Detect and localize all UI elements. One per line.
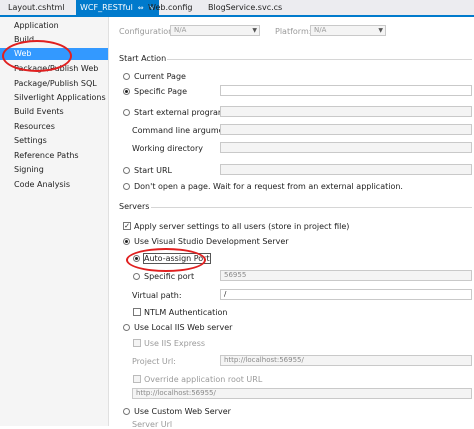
current-page-radio[interactable] [123, 73, 130, 80]
specific-page-radio[interactable] [123, 88, 130, 95]
specific-page-label: Specific Page [134, 87, 188, 96]
web-properties-panel: Configuration: N/A ▼ Platform: N/A ▼ Start… [109, 17, 474, 429]
section-divider [167, 59, 472, 60]
section-title-start-action: Start Action [119, 54, 167, 63]
use-vs-dev-server-radio[interactable] [123, 238, 130, 245]
working-directory-input[interactable] [220, 142, 472, 153]
tab-label: WCF_RESTful [80, 3, 133, 12]
start-url-radio[interactable] [123, 167, 130, 174]
sidebar-item-reference-paths[interactable]: Reference Paths [0, 150, 108, 162]
tab-label: Layout.cshtml [8, 3, 65, 12]
pin-icon[interactable]: ⇔ [138, 4, 144, 12]
override-root-url-label: Override application root URL [144, 375, 263, 384]
sidebar-item-package-publish-sql[interactable]: Package/Publish SQL [0, 78, 108, 90]
sidebar-item-label: Resources [14, 122, 55, 131]
use-local-iis-radio[interactable] [123, 324, 130, 331]
use-iis-express-checkbox[interactable] [133, 339, 141, 347]
use-custom-web-server-label: Use Custom Web Server [134, 407, 231, 416]
sidebar-item-label: Build Events [14, 107, 64, 116]
platform-dropdown[interactable]: N/A ▼ [310, 25, 386, 36]
override-root-url-input[interactable]: http://localhost:56955/ [132, 388, 472, 399]
specific-port-input[interactable]: 56955 [220, 270, 472, 281]
tab-web-config[interactable]: Web.config [144, 0, 196, 15]
tab-layout-cshtml[interactable]: Layout.cshtml [4, 0, 69, 15]
section-title-servers: Servers [119, 202, 150, 211]
sidebar-item-label: Settings [14, 136, 47, 145]
sidebar-item-label: Application [14, 21, 59, 30]
document-tab-bar: Layout.cshtml WCF_RESTful ⇔ × Web.config B… [0, 0, 474, 17]
start-url-input[interactable] [220, 164, 472, 175]
ntlm-authentication-label: NTLM Authentication [144, 308, 228, 317]
server-url-label: Server Url [132, 420, 173, 429]
configuration-label: Configuration: [119, 27, 176, 36]
override-root-url-checkbox[interactable] [133, 375, 141, 383]
configuration-dropdown[interactable]: N/A ▼ [170, 25, 260, 36]
annotation-ellipse-auto-assign-port [126, 248, 206, 272]
sidebar-item-label: Silverlight Applications [14, 93, 106, 102]
sidebar-item-application[interactable]: Application [0, 20, 108, 32]
specific-page-input[interactable] [220, 85, 472, 96]
override-root-url-value: http://localhost:56955/ [136, 389, 216, 397]
command-line-arguments-input[interactable] [220, 124, 472, 135]
dont-open-page-radio[interactable] [123, 183, 130, 190]
apply-server-settings-checkbox[interactable]: ✓ [123, 222, 131, 230]
virtual-path-value: / [224, 290, 227, 298]
use-local-iis-label: Use Local IIS Web server [134, 323, 233, 332]
start-external-program-label: Start external program [134, 108, 226, 117]
sidebar-item-label: Code Analysis [14, 180, 70, 189]
project-url-label: Project Url: [132, 357, 176, 366]
start-external-program-radio[interactable] [123, 109, 130, 116]
project-properties-sidebar: Application Build Web Package/Publish We… [0, 17, 109, 426]
sidebar-item-label: Package/Publish SQL [14, 79, 97, 88]
sidebar-item-build-events[interactable]: Build Events [0, 106, 108, 118]
sidebar-item-code-analysis[interactable]: Code Analysis [0, 179, 108, 191]
sidebar-item-silverlight-applications[interactable]: Silverlight Applications [0, 92, 108, 104]
configuration-value: N/A [174, 26, 187, 34]
project-url-input[interactable]: http://localhost:56955/ [220, 355, 472, 366]
section-divider [151, 207, 472, 208]
sidebar-item-settings[interactable]: Settings [0, 135, 108, 147]
platform-value: N/A [314, 26, 327, 34]
platform-label: Platform: [275, 27, 312, 36]
use-iis-express-label: Use IIS Express [144, 339, 206, 348]
annotation-ellipse-web [2, 40, 72, 72]
chevron-down-icon: ▼ [252, 27, 257, 34]
specific-port-value: 56955 [224, 271, 247, 279]
project-url-value: http://localhost:56955/ [224, 356, 304, 364]
sidebar-item-signing[interactable]: Signing [0, 164, 108, 176]
working-directory-label: Working directory [132, 144, 203, 153]
sidebar-item-label: Signing [14, 165, 44, 174]
chevron-down-icon: ▼ [378, 27, 383, 34]
ntlm-authentication-checkbox[interactable] [133, 308, 141, 316]
specific-port-label: Specific port [144, 272, 195, 281]
dont-open-page-label: Don't open a page. Wait for a request fr… [134, 182, 403, 191]
apply-server-settings-label: Apply server settings to all users (stor… [134, 222, 350, 231]
sidebar-item-resources[interactable]: Resources [0, 121, 108, 133]
specific-port-radio[interactable] [133, 273, 140, 280]
virtual-path-label: Virtual path: [132, 291, 182, 300]
use-custom-web-server-radio[interactable] [123, 408, 130, 415]
virtual-path-input[interactable]: / [220, 289, 472, 300]
external-program-input[interactable] [220, 106, 472, 117]
tab-blogservice-svc-cs[interactable]: BlogService.svc.cs [204, 0, 286, 15]
tab-label: BlogService.svc.cs [208, 3, 283, 12]
use-vs-dev-server-label: Use Visual Studio Development Server [134, 237, 289, 246]
start-url-label: Start URL [134, 166, 172, 175]
current-page-label: Current Page [134, 72, 186, 81]
tab-label: Web.config [148, 3, 193, 12]
sidebar-item-label: Reference Paths [14, 151, 79, 160]
